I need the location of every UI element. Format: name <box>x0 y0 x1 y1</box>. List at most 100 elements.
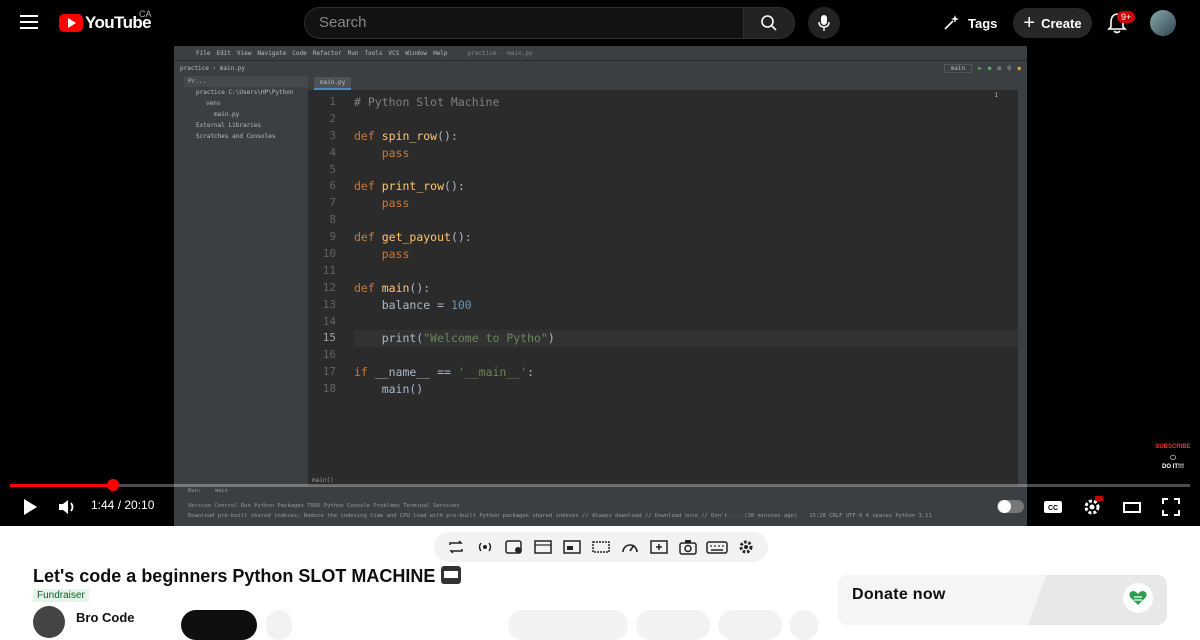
ide-bottom-panel: Run: main Version Control Run Python Pac… <box>174 486 1027 526</box>
keyboard-icon[interactable] <box>705 536 728 558</box>
extension-settings-icon[interactable] <box>735 536 757 558</box>
watermark-bottom-text: DO IT!!! <box>1162 464 1184 470</box>
broadcast-icon[interactable] <box>474 536 496 558</box>
create-label: Create <box>1041 15 1082 31</box>
progress-bar[interactable] <box>10 484 1190 487</box>
project-tree-scratches: Scratches and Consoles <box>196 133 276 140</box>
captions-icon[interactable]: CC <box>1042 496 1064 518</box>
ide-navigation-bar: practice › main.py main ▶ ● ■ ⚲ ● <box>174 60 1027 76</box>
ide-menu-item: File <box>196 49 211 57</box>
ide-update-icon: ● <box>1017 65 1021 72</box>
code-line: main() <box>354 382 424 397</box>
join-button[interactable] <box>266 610 292 640</box>
code-line: def print_row(): <box>354 179 465 194</box>
fundraiser-badge[interactable]: Fundraiser <box>33 589 89 602</box>
country-code: CA <box>139 9 152 19</box>
speedometer-icon[interactable] <box>619 536 641 558</box>
like-dislike-button[interactable] <box>508 610 628 640</box>
code-line: pass <box>381 196 410 211</box>
fullscreen-icon[interactable] <box>1160 496 1182 518</box>
voice-search-button[interactable] <box>808 7 840 39</box>
code-line: # Python Slot Machine <box>354 95 500 109</box>
account-avatar[interactable] <box>1150 10 1176 36</box>
search-icon <box>761 15 777 31</box>
volume-icon[interactable] <box>56 496 78 518</box>
toolwindow-labels: Version Control Run Python Packages TODO… <box>188 503 460 509</box>
microphone-icon <box>818 15 830 31</box>
progress-scrubber[interactable] <box>106 479 119 491</box>
status-right: 15:28 CRLF UTF-8 4 spaces Python 3.11 <box>809 513 932 519</box>
settings-gear-icon[interactable] <box>1081 496 1103 518</box>
line-number: 7 <box>329 196 336 210</box>
video-title: Let's code a beginners Python SLOT MACHI… <box>33 566 462 587</box>
theater-mode-icon[interactable] <box>1121 496 1143 518</box>
line-number: 15 <box>322 331 336 345</box>
frame-icon[interactable] <box>561 536 583 558</box>
add-screen-icon[interactable] <box>648 536 670 558</box>
ide-menu-item: Window <box>405 49 428 57</box>
ide-menu-item: Edit <box>216 49 231 57</box>
share-button[interactable] <box>636 610 710 640</box>
line-number: 3 <box>329 128 336 142</box>
screenshot-camera-icon[interactable] <box>677 536 699 558</box>
line-number: 18 <box>322 382 336 396</box>
stop-icon: ■ <box>997 65 1001 72</box>
code-line: pass <box>381 247 410 262</box>
extension-toolbar <box>434 532 768 562</box>
top-bar: YouTube CA Search Tags + Create 9+ <box>0 0 1200 46</box>
code-line: pass <box>381 145 410 160</box>
download-button[interactable] <box>718 610 782 640</box>
search-input[interactable]: Search <box>304 7 744 39</box>
ide-code-editor: main.py 1 2 3 4 5 6 7 8 9 10 11 12 13 14 15 16 17 18 # Py… <box>308 76 1018 486</box>
youtube-logo[interactable]: YouTube CA <box>59 9 152 33</box>
autoplay-toggle[interactable] <box>997 500 1024 513</box>
ide-menu-item: Code <box>292 49 307 57</box>
line-number: 13 <box>322 297 336 311</box>
project-tree-root: practice C:\Users\HP\Python <box>196 89 294 96</box>
video-title-text: Let's code a beginners Python SLOT MACHI… <box>33 566 436 586</box>
run-config: main <box>943 64 973 73</box>
video-eye-icon[interactable] <box>503 536 525 558</box>
create-button[interactable]: + Create <box>1013 8 1092 38</box>
line-gutter: 1 2 3 4 5 6 7 8 9 10 11 12 13 14 15 16 17 18 <box>308 94 348 398</box>
play-icon[interactable] <box>20 497 40 517</box>
plus-icon: + <box>1023 12 1036 34</box>
subscribe-watermark[interactable]: SUBSCRIBE ○ DO IT!!! <box>1155 444 1191 478</box>
code-line: balance = 100 <box>354 297 472 312</box>
code-line: def get_payout(): <box>354 230 472 245</box>
line-number: 4 <box>329 145 336 159</box>
editor-tab: main.py <box>308 76 1018 90</box>
run-label: Run: <box>188 488 202 494</box>
subscribe-button[interactable] <box>181 610 257 640</box>
tags-label: Tags <box>968 15 998 31</box>
run-icon: ▶ <box>978 65 982 72</box>
menu-icon[interactable] <box>20 15 38 29</box>
search-button[interactable] <box>743 7 795 39</box>
slot-machine-icon <box>441 566 462 584</box>
ide-project-panel: Pr... practice C:\Users\HP\Python venv m… <box>184 76 308 486</box>
tags-button[interactable]: Tags <box>942 8 997 38</box>
ide-menu-item: Refactor <box>312 49 342 57</box>
video-player[interactable]: File Edit View Navigate Code Refactor Run Tools… <box>0 46 1200 526</box>
code-area: # Python Slot Machine def spin_row(): pa… <box>354 94 1018 398</box>
debug-icon: ● <box>987 65 992 72</box>
line-number: 16 <box>322 348 336 362</box>
cinema-icon[interactable] <box>590 536 612 558</box>
project-tree-main: main.py <box>214 111 240 118</box>
line-number: 10 <box>322 247 336 261</box>
code-line: def main(): <box>354 280 431 295</box>
loop-icon[interactable] <box>445 536 467 558</box>
time-display: 1:44 / 20:10 <box>91 498 155 512</box>
channel-avatar[interactable] <box>33 606 65 638</box>
project-panel-header: Pr... <box>184 76 308 87</box>
editor-tab-label: main.py <box>314 76 352 90</box>
more-actions-button[interactable] <box>790 610 818 640</box>
pycharm-screen: File Edit View Navigate Code Refactor Run Tools… <box>174 46 1027 526</box>
code-line-active: print("Welcome to Pytho") <box>354 330 1018 348</box>
film-icon[interactable] <box>532 536 554 558</box>
